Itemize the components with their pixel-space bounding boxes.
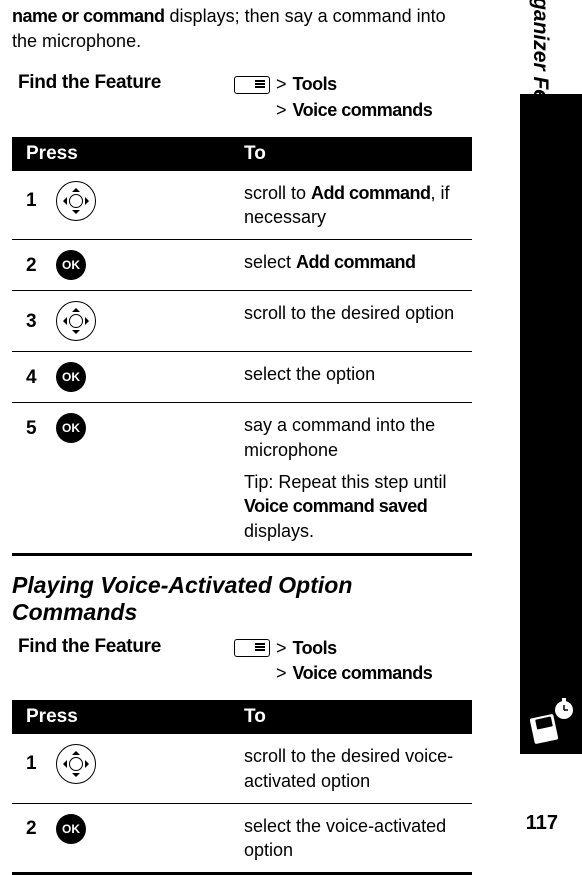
table-row: 2 OK select the voice-activated option xyxy=(12,803,472,874)
path-tools-2: Tools xyxy=(293,636,337,661)
col-to-1: To xyxy=(230,137,472,171)
step-num: 5 xyxy=(26,416,42,442)
section-heading: Playing Voice-Activated Option Commands xyxy=(12,572,472,626)
intro-lead: name or command xyxy=(12,6,165,26)
tip-post: displays. xyxy=(244,521,314,541)
step-num: 1 xyxy=(26,188,42,214)
tip-label: Tip: xyxy=(244,472,273,492)
tip-pre: Repeat this step until xyxy=(273,472,446,492)
ok-key-icon: OK xyxy=(56,250,86,280)
step-num: 3 xyxy=(26,309,42,335)
table-row: 2 OK select Add command xyxy=(12,240,472,291)
tip-bold: Voice command saved xyxy=(244,496,427,516)
ok-key-icon: OK xyxy=(56,413,86,443)
nav-key-icon xyxy=(56,181,96,221)
table-row: 1 scroll to the desired voice-activated … xyxy=(12,734,472,803)
to-pre: scroll to the desired option xyxy=(244,303,454,323)
path-voice-2: Voice commands xyxy=(293,661,433,686)
step-num: 2 xyxy=(26,253,42,279)
thumb-tab xyxy=(520,94,582,754)
menu-path-2: > Tools > Voice commands xyxy=(234,636,432,686)
stopwatch-phone-icon xyxy=(526,696,576,746)
path-voice-1: Voice commands xyxy=(293,98,433,123)
gt-1b: > xyxy=(276,98,287,123)
gt-2b: > xyxy=(276,661,287,686)
side-section-label: Personal Organizer Features xyxy=(528,0,552,164)
col-press-2: Press xyxy=(12,700,230,734)
menu-path-1: > Tools > Voice commands xyxy=(234,72,432,122)
path-tools-1: Tools xyxy=(293,72,337,97)
page-number: 117 xyxy=(526,812,558,835)
nav-key-icon xyxy=(56,744,96,784)
to-pre: select the voice-activated option xyxy=(244,816,446,860)
to-pre: scroll to the desired voice-activated op… xyxy=(244,746,453,790)
intro-text: name or command displays; then say a com… xyxy=(12,4,472,54)
to-pre: select the option xyxy=(244,364,375,384)
gt-2a: > xyxy=(276,636,287,661)
step-num: 4 xyxy=(26,365,42,391)
step-num: 2 xyxy=(26,816,42,842)
ok-key-icon: OK xyxy=(56,814,86,844)
step-num: 1 xyxy=(26,751,42,777)
table-row: 1 scroll to Add command, if necessary xyxy=(12,171,472,240)
steps-table-2: Press To 1 scroll to the desired voice-a… xyxy=(12,700,472,875)
find-feature-label: Find the Feature xyxy=(18,72,234,94)
to-bold: Add command xyxy=(296,252,416,272)
to-bold: Add command xyxy=(311,183,431,203)
gt-1a: > xyxy=(276,72,287,97)
table-row: 5 OK say a command into the microphone T… xyxy=(12,403,472,554)
to-pre: say a command into the microphone xyxy=(244,415,435,459)
menu-key-icon xyxy=(234,76,270,94)
to-pre: scroll to xyxy=(244,183,311,203)
find-feature-label: Find the Feature xyxy=(18,636,234,658)
steps-table-1: Press To 1 scroll to Add command, if nec… xyxy=(12,137,472,556)
col-press-1: Press xyxy=(12,137,230,171)
table-row: 3 scroll to the desired option xyxy=(12,291,472,352)
ok-key-icon: OK xyxy=(56,362,86,392)
nav-key-icon xyxy=(56,301,96,341)
find-feature-row-2: Find the Feature > Tools > Voice command… xyxy=(18,636,472,686)
col-to-2: To xyxy=(230,700,472,734)
to-pre: select xyxy=(244,252,296,272)
menu-key-icon xyxy=(234,639,270,657)
table-row: 4 OK select the option xyxy=(12,352,472,403)
find-feature-row-1: Find the Feature > Tools > Voice command… xyxy=(18,72,472,122)
